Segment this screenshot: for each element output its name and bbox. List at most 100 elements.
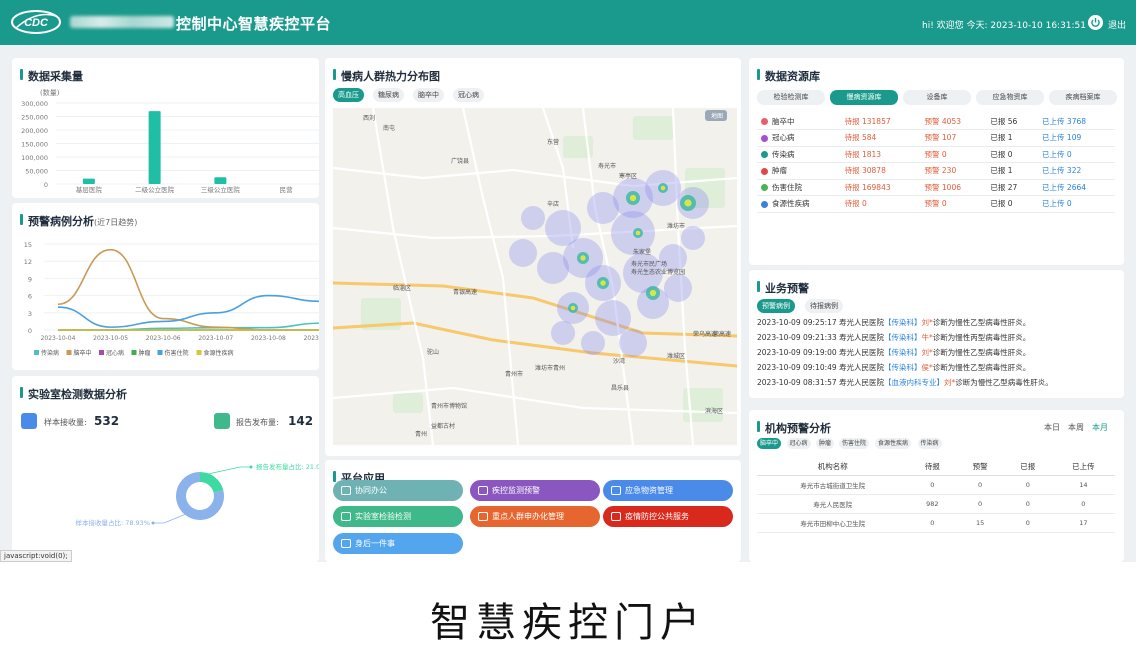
warning-entry[interactable]: 2023-10-09 09:21:33 寿光人民医院【传染科】牛*诊断为慢性丙型… <box>757 332 1030 343</box>
power-icon[interactable] <box>1088 15 1103 30</box>
map-label: 潍坊市青州 <box>535 364 565 372</box>
y-tick-label: 300,000 <box>21 100 48 108</box>
uploaded-count-text: 已上传 0 <box>1042 149 1072 159</box>
table-row[interactable]: 寿光市古城街道卫生院 0 0 0 14 <box>757 475 1115 495</box>
logout-button[interactable]: 退出 <box>1108 18 1126 31</box>
resource-row[interactable]: 冠心病 待报 584 预警 107 已报 1 已上传 109 <box>757 129 1115 147</box>
platform-button[interactable]: 应急物资管理 <box>603 480 733 501</box>
resource-row[interactable]: 伤害住院 待报 169843 预警 1006 已报 27 已上传 2664 <box>757 179 1115 196</box>
reported-count-text: 已报 0 <box>990 199 1013 209</box>
map-label: 西刘 <box>363 114 375 122</box>
platform-button-label: 疫情防控公共服务 <box>625 512 689 521</box>
institution-tab[interactable]: 脑卒中 <box>757 438 782 449</box>
platform-button[interactable]: 实验室检验检测 <box>333 506 463 527</box>
uploaded-count: 已上传 3768 <box>1038 113 1115 130</box>
platform-button-label: 身后一件事 <box>355 539 395 548</box>
map-label: 辛店 <box>547 200 559 208</box>
platform-button[interactable]: 重点人群申办化管理 <box>470 506 600 527</box>
reported-count-text: 已报 1 <box>990 133 1013 143</box>
heat-center <box>635 230 641 236</box>
redacted-org-name <box>70 16 174 28</box>
business-warning-title: 业务预警 <box>757 280 809 296</box>
warning-count: 预警 0 <box>920 146 987 163</box>
warning-entry[interactable]: 2023-10-09 09:19:00 寿光人民医院【传染科】刘*诊断为慢性乙型… <box>757 347 1030 358</box>
institution-tab[interactable]: 食源性疾病 <box>875 438 912 449</box>
heatmap-panel: 慢病人群热力分布图 高血压 糖尿病 脑卒中 冠心病 广饶县 寿光市 临淄区 青银高速 青州市昌… <box>325 58 741 456</box>
resource-tab[interactable]: 应急物资库 <box>976 90 1044 105</box>
pending-count-text: 待报 131857 <box>844 116 891 126</box>
business-warning-tab[interactable]: 待报病例 <box>805 299 843 313</box>
y-tick-label: 100,000 <box>21 154 48 162</box>
reported-count: 已报 27 <box>986 179 1039 196</box>
legend-label: 传染病 <box>41 349 59 357</box>
period-option[interactable]: 本日 <box>1044 422 1060 433</box>
warning-count: 预警 1006 <box>920 179 987 196</box>
platform-button-label: 实验室检验检测 <box>355 512 411 521</box>
warning-entry[interactable]: 2023-10-09 09:25:17 寿光人民医院【传染科】刘*诊断为慢性乙型… <box>757 317 1030 328</box>
x-tick-label: 基层医院 <box>76 185 103 194</box>
period-option[interactable]: 本月 <box>1092 422 1108 433</box>
resource-row[interactable]: 脑卒中 待报 131857 预警 4053 已报 56 已上传 3768 <box>757 113 1115 130</box>
disease-name: 肿瘤 <box>757 162 841 180</box>
svg-text:CDC: CDC <box>24 17 49 29</box>
institution-table: 机构名称 待报 预警 已报 已上传 寿光市古城街道卫生院 0 0 0 14 寿光人民医院 982 0 0 0… <box>757 458 1115 533</box>
legend-swatch <box>66 350 72 355</box>
platform-button[interactable]: 疫情防控公共服务 <box>603 506 733 527</box>
disease-icon <box>761 184 768 192</box>
period-option[interactable]: 本周 <box>1068 422 1084 433</box>
platform-button[interactable]: 疾控监测预警 <box>470 480 600 501</box>
resource-row[interactable]: 肿瘤 待报 30878 预警 230 已报 1 已上传 322 <box>757 162 1115 180</box>
platform-button[interactable]: 身后一件事 <box>333 533 463 554</box>
table-cell: 0 <box>956 475 1004 495</box>
warning-count-text: 预警 4053 <box>924 116 962 126</box>
resource-tab[interactable]: 疾病档案库 <box>1049 90 1117 105</box>
uploaded-count-text: 已上传 3768 <box>1042 116 1087 126</box>
table-row[interactable]: 寿光人民医院 982 0 0 0 <box>757 494 1115 514</box>
platform-button-label: 疾控监测预警 <box>492 486 540 495</box>
uploaded-count-text: 已上传 2664 <box>1042 182 1087 192</box>
institution-tab[interactable]: 肿瘤 <box>816 438 835 449</box>
heat-blob <box>664 274 692 302</box>
map-label: 地图 <box>711 112 723 120</box>
y-tick-label: 0 <box>44 181 48 189</box>
reported-count: 已报 1 <box>986 129 1039 147</box>
heatmap-tab[interactable]: 冠心病 <box>453 88 484 102</box>
column-header: 待报 <box>908 458 957 476</box>
platform-button-label: 重点人群申办化管理 <box>492 512 564 521</box>
heat-center <box>570 305 576 311</box>
uploaded-count-text: 已上传 322 <box>1042 166 1082 176</box>
bar <box>214 177 227 184</box>
pending-count: 待报 0 <box>840 195 921 213</box>
y-tick-label: 150,000 <box>21 141 48 149</box>
table-row[interactable]: 寿光市田柳中心卫生院 0 15 0 17 <box>757 513 1115 533</box>
heat-center <box>649 289 657 297</box>
disease-icon <box>761 118 768 125</box>
heatmap-tab[interactable]: 脑卒中 <box>413 88 444 102</box>
map-label: 寿光市民广场 <box>631 260 667 268</box>
uploaded-count: 已上传 0 <box>1038 146 1115 163</box>
platform-button[interactable]: 协同办公 <box>333 480 463 501</box>
heatmap-tab[interactable]: 高血压 <box>333 88 364 102</box>
warning-count-text: 预警 107 <box>924 133 957 143</box>
institution-tab[interactable]: 冠心病 <box>786 438 811 449</box>
table-cell: 15 <box>956 513 1004 533</box>
resource-tab[interactable]: 慢病资源库 <box>830 90 898 105</box>
institution-tab[interactable]: 伤害住院 <box>839 438 870 449</box>
warning-text: 诊断为慢性丙型病毒性肝炎。 <box>932 333 1031 342</box>
map-green-area <box>633 116 673 140</box>
table-cell: 0 <box>1003 475 1052 495</box>
warning-count: 预警 107 <box>920 129 987 147</box>
warning-entry[interactable]: 2023-10-09 09:10:49 寿光人民医院【传染科】侯*诊断为慢性乙型… <box>757 362 1030 373</box>
heatmap-tab[interactable]: 糖尿病 <box>373 88 404 102</box>
x-tick-label: 二级公立医院 <box>135 185 175 194</box>
heatmap-map[interactable]: 广饶县寿光市临淄区青银高速青州市昌乐县 潍坊市 寒亭区朱家堡潍城区 寿光市民广场寿光生… <box>333 108 737 445</box>
resource-row[interactable]: 传染病 待报 1813 预警 0 已报 0 已上传 0 <box>757 146 1115 163</box>
warning-entry[interactable]: 2023-10-09 08:31:57 寿光人民医院【血液内科专业】刘*诊断为慢… <box>757 377 1053 388</box>
y-tick-label: 200,000 <box>21 127 48 135</box>
map-label: 寿光市 <box>598 162 616 170</box>
business-warning-tab[interactable]: 预警病例 <box>757 299 795 313</box>
resource-row[interactable]: 食源性疾病 待报 0 预警 0 已报 0 已上传 0 <box>757 195 1115 213</box>
resource-tab[interactable]: 检验检测库 <box>757 90 825 105</box>
institution-tab[interactable]: 传染病 <box>917 438 942 449</box>
resource-tab[interactable]: 设备库 <box>903 90 971 105</box>
